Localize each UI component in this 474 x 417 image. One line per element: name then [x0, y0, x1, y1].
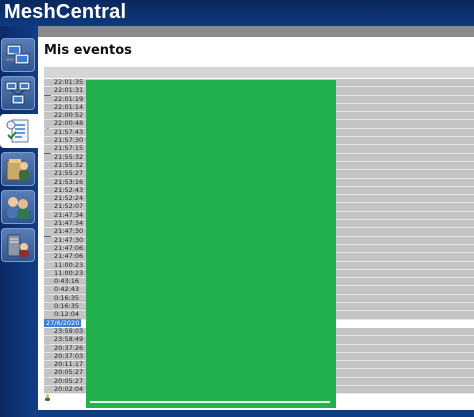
user-icon [44, 353, 51, 368]
event-time: 21:47:30 [54, 235, 84, 244]
user-icon [44, 303, 51, 319]
user-icon [44, 270, 51, 285]
user-icon [44, 286, 51, 302]
user-icon [44, 278, 51, 294]
event-time: 20:05:27 [54, 376, 84, 385]
date-label: 27/6/2020 [44, 318, 82, 327]
event-time: 20:37:26 [54, 343, 84, 352]
event-time: 21:47:06 [54, 252, 84, 261]
event-time: 0:16:35 [54, 293, 80, 302]
event-time: 22:01:35 [54, 78, 84, 86]
user-icon [44, 295, 51, 310]
event-time: 22:00:52 [54, 111, 84, 120]
computer-icon [44, 220, 51, 235]
app-header: MeshCentral [0, 0, 474, 26]
event-time: 21:55:32 [54, 152, 84, 161]
computer-icon [44, 137, 51, 152]
computer-icon [44, 237, 51, 252]
user-icon [44, 203, 51, 219]
page-title: Mis eventos [44, 43, 132, 58]
event-time: 21:55:32 [54, 160, 84, 169]
sync-icon [44, 120, 51, 136]
footer-strip [38, 410, 474, 417]
users-icon [7, 197, 29, 219]
computer-icon [44, 195, 51, 210]
sidebar-item-my-events[interactable] [0, 114, 38, 148]
event-time: 21:52:43 [54, 185, 84, 194]
event-time: 21:55:27 [54, 169, 84, 178]
user-icon [44, 179, 51, 194]
sidebar-item-device-groups[interactable] [1, 76, 35, 110]
event-time: 0:43:16 [54, 277, 80, 286]
computer-icon [44, 328, 51, 343]
events-list-icon [6, 119, 29, 143]
event-time: 11:00:23 [54, 268, 84, 277]
server-icon [7, 234, 29, 257]
event-time: 23:58:49 [54, 335, 84, 344]
computer-icon [44, 87, 51, 102]
app-title: MeshCentral [4, 1, 127, 23]
event-time: 23:59:03 [54, 326, 84, 335]
computer-icon [44, 112, 51, 127]
computer-icon [44, 104, 51, 119]
event-time: 21:57:15 [54, 144, 84, 153]
event-time: 21:52:07 [54, 202, 84, 211]
redaction-overlay [86, 80, 336, 408]
events-table-header [44, 67, 474, 78]
sidebar-item-users[interactable] [1, 190, 35, 224]
computer-icon [44, 145, 51, 160]
user-icon [44, 245, 51, 260]
event-time: 21:47:34 [54, 219, 84, 228]
overlay-line [90, 401, 330, 403]
event-time: 20:11:17 [54, 360, 84, 369]
computer-icon [44, 228, 51, 243]
computer-icon [44, 212, 51, 227]
user-icon [44, 378, 51, 393]
event-time: 0:16:35 [54, 302, 80, 311]
computers-icon [6, 44, 30, 65]
computer-icon [44, 361, 51, 376]
sidebar-item-my-files[interactable] [1, 152, 35, 186]
user-icon [44, 386, 51, 401]
user-icon [44, 162, 51, 177]
event-time: 21:47:06 [54, 243, 84, 252]
event-time: 0:12:04 [54, 310, 80, 319]
event-time: 21:57:30 [54, 136, 84, 145]
event-time: 20:37:03 [54, 351, 84, 360]
sidebar [0, 26, 38, 417]
event-time: 21:53:16 [54, 177, 84, 186]
event-time: 11:00:23 [54, 260, 84, 269]
event-time: 22:01:19 [54, 94, 84, 103]
event-time: 0:42:43 [54, 285, 80, 294]
event-time: 21:57:43 [54, 127, 84, 136]
event-time: 20:05:27 [54, 368, 84, 377]
event-time: 21:47:30 [54, 227, 84, 236]
event-time: 21:52:24 [54, 194, 84, 203]
computer-icon [44, 129, 51, 144]
event-time: 22:00:48 [54, 119, 84, 128]
network-icon [5, 81, 31, 105]
event-time: 21:47:34 [54, 210, 84, 219]
user-icon [44, 369, 51, 385]
sidebar-item-devices[interactable] [1, 38, 35, 72]
user-icon [44, 336, 51, 352]
top-strip [38, 26, 474, 37]
user-icon [44, 345, 51, 360]
event-time: 20:02:04 [54, 384, 84, 393]
user-icon [44, 187, 51, 202]
user-icon [44, 262, 51, 277]
user-icon [44, 154, 51, 169]
user-icon [44, 253, 51, 269]
folder-user-icon [6, 159, 29, 181]
sidebar-item-server[interactable] [1, 228, 35, 262]
event-time: 22:01:14 [54, 102, 84, 111]
user-icon [44, 311, 51, 327]
computer-icon [44, 96, 51, 111]
computer-icon [44, 79, 51, 94]
event-time: 22:01:31 [54, 86, 84, 95]
user-icon [44, 170, 51, 186]
